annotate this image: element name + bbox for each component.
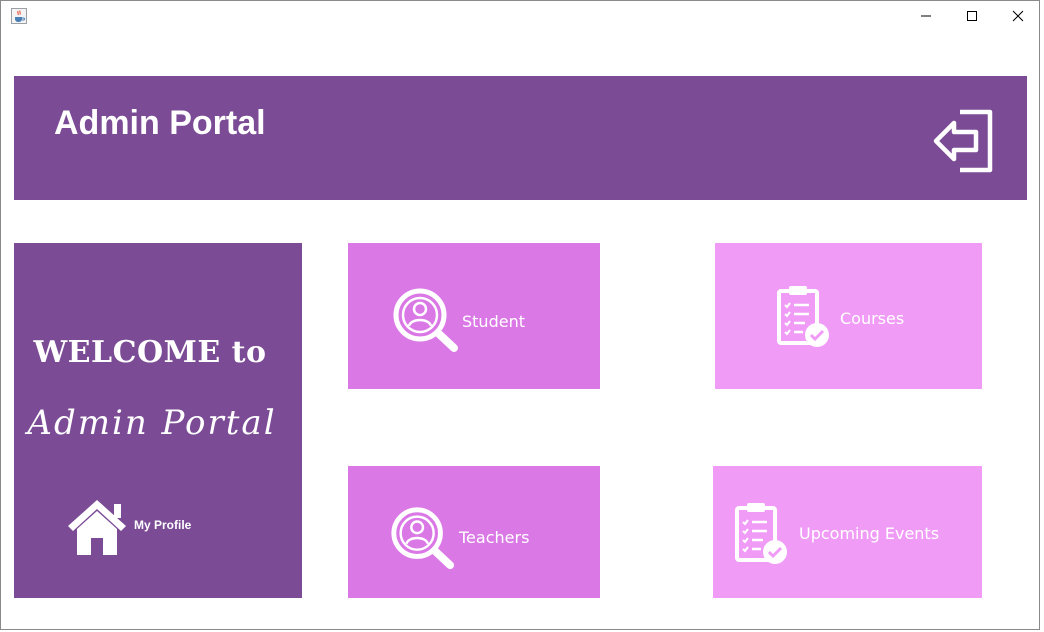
- logout-icon[interactable]: [932, 108, 996, 174]
- student-label: Student: [462, 312, 525, 331]
- teachers-label: Teachers: [459, 528, 530, 547]
- home-icon: [68, 500, 126, 555]
- title-bar[interactable]: [1, 1, 1039, 31]
- minimize-icon: [921, 15, 931, 17]
- clipboard-check-icon: [777, 286, 829, 347]
- page-title: Admin Portal: [54, 104, 266, 142]
- welcome-subheading: Admin Portal: [27, 403, 277, 443]
- clipboard-check-icon: [735, 503, 787, 564]
- maximize-icon: [967, 11, 977, 21]
- java-cup-icon: [11, 8, 27, 24]
- teachers-tile[interactable]: Teachers: [348, 466, 600, 598]
- app-window: Admin Portal WELCOME to Admin Portal My …: [0, 0, 1040, 630]
- minimize-button[interactable]: [903, 1, 949, 31]
- welcome-heading: WELCOME to: [33, 335, 267, 370]
- search-user-icon: [393, 288, 458, 352]
- student-tile[interactable]: Student: [348, 243, 600, 389]
- header-banner: Admin Portal: [14, 76, 1027, 200]
- upcoming-events-tile[interactable]: Upcoming Events: [713, 466, 982, 598]
- maximize-button[interactable]: [949, 1, 995, 31]
- search-user-icon: [391, 507, 455, 570]
- close-button[interactable]: [995, 1, 1041, 31]
- courses-label: Courses: [840, 309, 905, 328]
- my-profile-button[interactable]: My Profile: [66, 498, 191, 556]
- welcome-panel: WELCOME to Admin Portal My Profile: [14, 243, 302, 598]
- courses-tile[interactable]: Courses: [715, 243, 982, 389]
- upcoming-events-label: Upcoming Events: [799, 524, 940, 543]
- my-profile-label: My Profile: [134, 518, 192, 532]
- close-icon: [1012, 10, 1024, 22]
